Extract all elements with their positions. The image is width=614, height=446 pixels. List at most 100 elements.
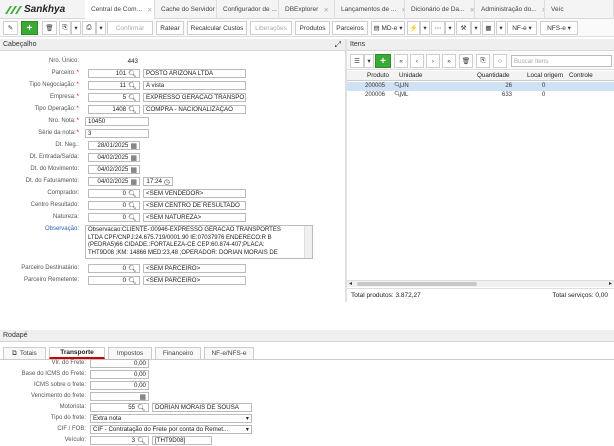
col-local-origem[interactable]: Local origem xyxy=(527,72,563,79)
search-icon[interactable]: 🔍︎ xyxy=(128,82,137,90)
more-icon[interactable]: ⋯ xyxy=(431,21,445,35)
search-icon[interactable]: 🔍︎ xyxy=(128,106,137,114)
copy-icon[interactable]: ⎘ xyxy=(476,54,490,68)
lightning-icon[interactable]: ⚡ xyxy=(407,21,420,35)
tab-veiculos[interactable]: Veíc xyxy=(545,0,614,19)
scroll-right-icon[interactable]: ▸ xyxy=(609,280,612,287)
tab-financeiro[interactable]: Financeiro xyxy=(155,347,201,359)
tab-dbexplorer[interactable]: DBExplorer ✕ xyxy=(279,0,335,19)
chevron-down-icon[interactable]: ▾ xyxy=(496,21,506,35)
list-icon[interactable]: ☰ xyxy=(350,54,364,68)
close-icon[interactable]: ✕ xyxy=(537,6,544,14)
refresh-icon[interactable]: ○ xyxy=(493,54,507,68)
tipo-negociacao-input[interactable]: 11 🔍︎ xyxy=(88,81,140,90)
parceiro-code-input[interactable]: 101 🔍︎ xyxy=(88,69,140,78)
mde-button[interactable]: ▤ MD-e ▾ xyxy=(371,21,405,35)
search-icon[interactable]: 🔍︎ xyxy=(128,214,137,222)
chevron-down-icon[interactable]: ▾ xyxy=(246,415,249,422)
col-quantidade[interactable]: Quantidade xyxy=(477,72,510,79)
dt-movimento-input[interactable]: 04/02/2025 ▦ xyxy=(88,165,140,174)
search-icon[interactable]: 🔍︎ xyxy=(137,437,146,445)
tab-transporte[interactable]: Transporte xyxy=(49,347,105,359)
dt-faturamento-input[interactable]: 04/02/2025 ▦ xyxy=(88,177,140,186)
expand-icon[interactable]: ⤢ xyxy=(335,40,341,50)
tab-impostos[interactable]: Impostos xyxy=(108,347,152,359)
search-icon[interactable]: 🔍︎ xyxy=(128,265,137,273)
nfs-button[interactable]: NFS-e ▾ xyxy=(540,21,578,35)
col-controle[interactable]: Controle xyxy=(569,72,593,79)
confirmar-button[interactable]: Confirmar xyxy=(107,21,153,35)
close-icon[interactable]: ✕ xyxy=(142,6,154,14)
parceiro-dest-input[interactable]: 0 🔍︎ xyxy=(88,264,140,273)
col-produto[interactable]: Produto xyxy=(367,72,389,79)
serie-input[interactable]: 3 xyxy=(85,129,149,138)
table-row[interactable]: 200005 🔍︎ UN 26 0 xyxy=(347,82,614,91)
calendar-icon[interactable]: ▦ xyxy=(130,154,137,162)
close-icon[interactable]: ✕ xyxy=(396,6,404,14)
calendar-icon[interactable]: ▦ xyxy=(130,178,137,186)
icms-frete-input[interactable]: 0,00 xyxy=(90,381,149,390)
hora-faturamento-input[interactable]: 17:24 ◷ xyxy=(143,177,173,186)
chart-icon[interactable]: ▦ xyxy=(482,21,495,35)
tab-nfe-nfse[interactable]: NF-e/NFS-e xyxy=(204,347,254,359)
next-icon[interactable]: › xyxy=(426,54,440,68)
prev-icon[interactable]: ‹ xyxy=(410,54,424,68)
trash-icon[interactable]: 🗑 xyxy=(42,21,57,35)
dt-neg-input[interactable]: 28/01/2025 ▦ xyxy=(88,141,140,150)
tab-cache-servidor[interactable]: Cache do Servidor✕ xyxy=(155,0,217,19)
nro-nota-input[interactable]: 10450 xyxy=(85,117,149,126)
ratear-button[interactable]: Ratear xyxy=(156,21,184,35)
cif-fob-select[interactable]: CIF - Contratação do Frete por conta do … xyxy=(90,425,252,434)
motorista-input[interactable]: 55 🔍︎ xyxy=(90,403,149,412)
liberacoes-button[interactable]: Liberações xyxy=(250,21,292,35)
obs-scrollbar[interactable] xyxy=(304,226,312,258)
search-icon[interactable]: 🔍︎ xyxy=(137,404,146,412)
vlr-frete-input[interactable]: 0,00 xyxy=(90,359,149,368)
empresa-input[interactable]: 5 🔍︎ xyxy=(88,93,140,102)
observacao-textarea[interactable]: Observacao:CLIENTE-:00946-EXPRESSO GERAC… xyxy=(85,225,313,259)
produtos-button[interactable]: Produtos xyxy=(295,21,330,35)
natureza-input[interactable]: 0 🔍︎ xyxy=(88,213,140,222)
chevron-down-icon[interactable]: ▾ xyxy=(420,21,430,35)
close-icon[interactable]: ✕ xyxy=(319,6,334,14)
calendar-icon[interactable]: ▦ xyxy=(130,166,137,174)
tab-central-compras[interactable]: Central de Com... ✕ xyxy=(85,0,155,19)
close-icon[interactable]: ✕ xyxy=(464,6,474,14)
copy-icon[interactable]: ⎘ xyxy=(59,21,71,35)
calendar-icon[interactable]: ▦ xyxy=(139,393,146,401)
add-button[interactable]: + xyxy=(21,21,38,35)
nfe-button[interactable]: NF-e ▾ xyxy=(507,21,537,35)
centro-resultado-input[interactable]: 0 🔍︎ xyxy=(88,201,140,210)
scrollbar-thumb[interactable] xyxy=(357,282,477,286)
search-icon[interactable]: 🔍︎ xyxy=(128,202,137,210)
chevron-down-icon[interactable]: ▾ xyxy=(96,21,106,35)
dt-entrada-input[interactable]: 04/02/2025 ▦ xyxy=(88,153,140,162)
tipo-operacao-input[interactable]: 1408 🔍︎ xyxy=(88,105,140,114)
chevron-down-icon[interactable]: ▾ xyxy=(246,426,249,433)
edit-icon[interactable]: ✎ xyxy=(3,21,18,35)
search-icon[interactable]: 🔍︎ xyxy=(128,190,137,198)
chevron-down-icon[interactable]: ▾ xyxy=(471,21,481,35)
comprador-input[interactable]: 0 🔍︎ xyxy=(88,189,140,198)
search-icon[interactable]: 🔍︎ xyxy=(128,94,137,102)
scroll-left-icon[interactable]: ◂ xyxy=(349,280,352,287)
veiculo-input[interactable]: 3 🔍︎ xyxy=(90,436,149,445)
vencimento-input[interactable]: ▦ xyxy=(90,392,149,401)
tab-totais[interactable]: ⧉ Totais xyxy=(3,347,46,359)
first-page-icon[interactable]: « xyxy=(394,54,408,68)
calendar-icon[interactable]: ▦ xyxy=(130,142,137,150)
col-unidade[interactable]: Unidade xyxy=(399,72,422,79)
tipo-frete-select[interactable]: Extra nota ▾ xyxy=(90,414,252,423)
table-row[interactable]: 200006 🔍︎ ML 633 0 xyxy=(347,91,614,100)
chevron-down-icon[interactable]: ▾ xyxy=(71,21,81,35)
recalcular-custos-button[interactable]: Recalcular Custos xyxy=(187,21,247,35)
parceiros-button[interactable]: Parceiros xyxy=(332,21,368,35)
tab-administracao[interactable]: Administração do...✕ xyxy=(475,0,545,19)
print-icon[interactable]: ⎙ xyxy=(82,21,96,35)
search-items-input[interactable]: Buscar Itens xyxy=(511,55,612,67)
clock-icon[interactable]: ◷ xyxy=(164,178,170,186)
tab-lancamentos[interactable]: Lançamentos de ...✕ xyxy=(335,0,405,19)
base-icms-input[interactable]: 0,00 xyxy=(90,370,149,379)
tools-icon[interactable]: ⚒ xyxy=(456,21,471,35)
last-page-icon[interactable]: » xyxy=(442,54,456,68)
